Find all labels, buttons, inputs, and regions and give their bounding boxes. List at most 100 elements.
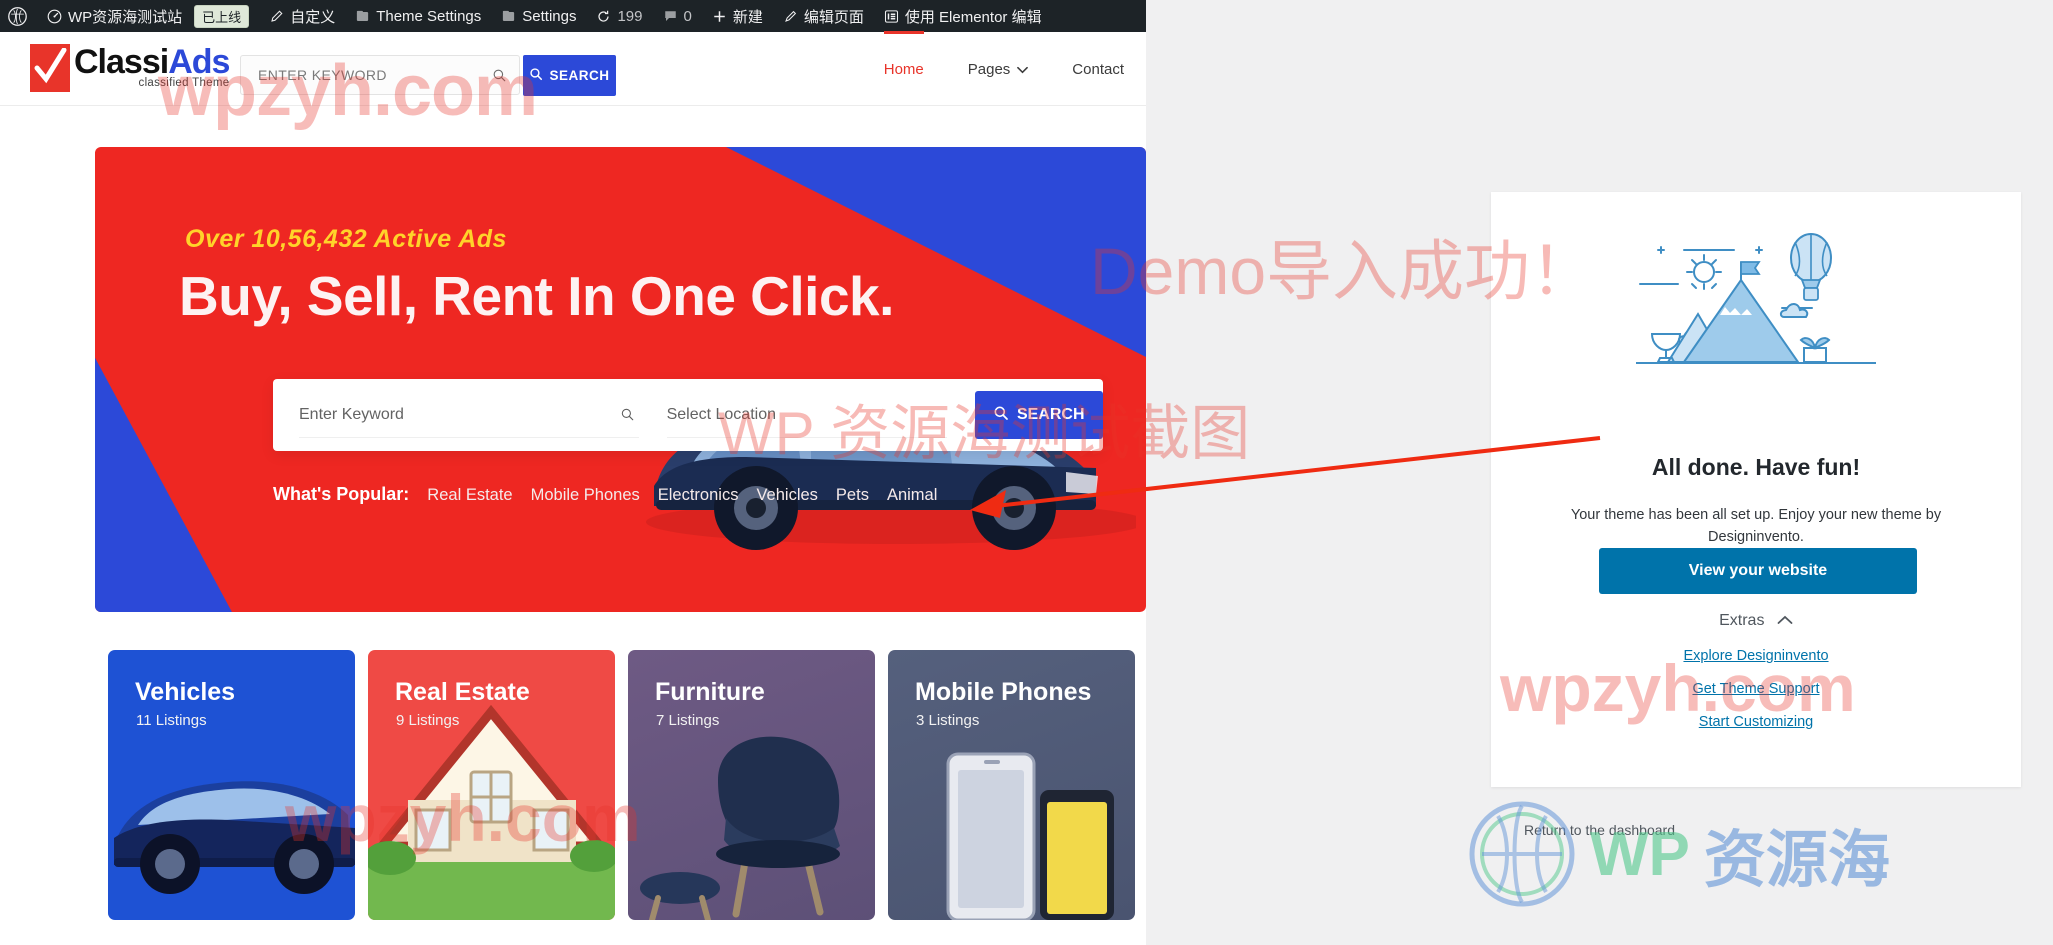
adminbar-updates[interactable]: 199 [586, 0, 652, 32]
nav-item-home-label: Home [883, 60, 924, 78]
mountain-balloon-illustration [1491, 210, 2021, 390]
hero-keyword-field[interactable] [299, 392, 639, 438]
category-card-real-estate[interactable]: Real Estate 9 Listings [368, 650, 615, 920]
category-card-title: Furniture [655, 678, 765, 706]
adminbar-site-name-label: WP资源海测试站 [68, 8, 183, 26]
plus-icon [712, 9, 727, 24]
hero-banner: Over 10,56,432 Active Ads Buy, Sell, Ren… [95, 147, 1146, 612]
admin-import-pane: All done. Have fun! Your theme has been … [1146, 0, 2053, 945]
hero-location-input[interactable] [666, 405, 947, 424]
extras-link-list: Explore Designinvento Get Theme Support … [1491, 648, 2021, 747]
popular-link-vehicles[interactable]: Vehicles [756, 486, 817, 505]
popular-label: What's Popular: [273, 484, 410, 504]
category-card-title: Mobile Phones [915, 678, 1092, 706]
search-icon [993, 405, 1009, 426]
nav-item-pages[interactable]: Pages [946, 32, 1051, 106]
main-navigation: Home Pages Contact [862, 31, 1146, 106]
category-card-listings: 9 Listings [396, 712, 460, 729]
category-card-furniture[interactable]: Furniture 7 Listings [628, 650, 875, 920]
logo-primary: Classi [74, 43, 169, 81]
import-card-title: All done. Have fun! [1651, 454, 1861, 480]
logo-secondary: Ads [168, 43, 230, 81]
header-search-input[interactable] [241, 56, 492, 94]
adminbar-comments[interactable]: 0 [653, 0, 702, 32]
edit-icon [783, 9, 798, 24]
category-card-listings: 7 Listings [656, 712, 720, 729]
pencil-icon [269, 9, 284, 24]
category-card-listings: 3 Listings [916, 712, 980, 729]
gear-icon [501, 9, 516, 24]
wp-admin-bar: WP资源海测试站 已上线 自定义 Theme Settings Settings… [0, 0, 1146, 32]
search-icon [620, 407, 639, 422]
hero-subtitle: Over 10,56,432 Active Ads [185, 225, 507, 253]
comment-icon [663, 9, 678, 24]
adminbar-new[interactable]: 新建 [702, 0, 773, 32]
adminbar-elementor-label: 使用 Elementor 编辑 [904, 8, 1042, 26]
import-success-card: All done. Have fun! Your theme has been … [1491, 192, 2021, 787]
adminbar-customize[interactable]: 自定义 [259, 0, 345, 32]
adminbar-theme-settings-label: Theme Settings [376, 7, 482, 25]
category-card-vehicles[interactable]: Vehicles 11 Listings [108, 650, 355, 920]
logo-text: ClassiAds classified Theme [74, 43, 230, 89]
adminbar-site-name[interactable]: WP资源海测试站 已上线 [37, 0, 259, 32]
adminbar-settings-label: Settings [522, 7, 577, 25]
checkmark-logo-icon [30, 44, 70, 92]
adminbar-comments-count: 0 [683, 7, 692, 25]
popular-searches: What's Popular: Real Estate Mobile Phone… [273, 484, 937, 505]
header-search-button-label: SEARCH [549, 68, 610, 83]
extras-link-customize[interactable]: Start Customizing [1491, 714, 2021, 730]
return-to-dashboard-link[interactable]: Return to the dashboard [1146, 822, 2053, 838]
category-card-mobile-phones[interactable]: Mobile Phones 3 Listings [888, 650, 1135, 920]
chevron-up-icon [1777, 612, 1793, 630]
screenshot-root: WP资源海测试站 已上线 自定义 Theme Settings Settings… [0, 0, 2053, 945]
elementor-icon [884, 9, 899, 24]
hero-search-button[interactable]: SEARCH [974, 391, 1103, 439]
hero-search-bar: SEARCH [273, 379, 1103, 451]
site-live-badge: 已上线 [194, 4, 250, 28]
popular-link-pets[interactable]: Pets [836, 486, 869, 505]
nav-item-home[interactable]: Home [862, 31, 946, 106]
extras-link-support[interactable]: Get Theme Support [1491, 681, 2021, 697]
adminbar-elementor-edit[interactable]: 使用 Elementor 编辑 [874, 0, 1052, 32]
hero-location-field[interactable] [666, 392, 947, 438]
nav-item-contact-label: Contact [1072, 60, 1124, 78]
category-card-title: Real Estate [395, 678, 530, 706]
site-logo[interactable]: ClassiAds classified Theme [30, 43, 230, 92]
dashboard-icon [47, 9, 62, 24]
adminbar-edit-page[interactable]: 编辑页面 [773, 0, 874, 32]
category-card-title: Vehicles [135, 678, 236, 706]
adminbar-edit-page-label: 编辑页面 [803, 8, 864, 26]
search-icon [492, 68, 519, 83]
search-icon [529, 67, 543, 84]
category-card-grid: Vehicles 11 Listings Real Estate 9 Listi… [108, 650, 1135, 920]
import-card-description: Your theme has been all set up. Enjoy yo… [1570, 507, 1942, 545]
wordpress-logo-icon [8, 6, 27, 26]
extras-toggle[interactable]: Extras [1491, 612, 2021, 630]
nav-item-contact[interactable]: Contact [1050, 32, 1146, 106]
nav-item-pages-label: Pages [967, 60, 1011, 78]
category-card-listings: 11 Listings [136, 712, 207, 729]
hero-title: Buy, Sell, Rent In One Click. [179, 265, 894, 327]
adminbar-wordpress-logo[interactable] [0, 0, 37, 32]
header-search-button[interactable]: SEARCH [523, 55, 616, 96]
hero-search-button-label: SEARCH [1016, 406, 1085, 423]
site-header: ClassiAds classified Theme SEARCH [0, 31, 1146, 106]
extras-link-explore[interactable]: Explore Designinvento [1491, 648, 2021, 664]
extras-toggle-label: Extras [1719, 612, 1765, 629]
adminbar-updates-count: 199 [617, 7, 643, 25]
chevron-down-icon [1017, 61, 1029, 78]
hero-keyword-input[interactable] [299, 405, 620, 424]
paintbrush-icon [355, 9, 370, 24]
website-preview-pane: WP资源海测试站 已上线 自定义 Theme Settings Settings… [0, 0, 1146, 945]
view-your-website-button[interactable]: View your website [1599, 548, 1917, 594]
popular-link-mobile-phones[interactable]: Mobile Phones [531, 486, 640, 505]
popular-link-electronics[interactable]: Electronics [658, 486, 739, 505]
update-icon [596, 9, 611, 24]
popular-link-real-estate[interactable]: Real Estate [427, 486, 512, 505]
header-search-box[interactable] [240, 55, 520, 95]
adminbar-customize-label: 自定义 [290, 8, 336, 26]
adminbar-theme-settings[interactable]: Theme Settings [345, 0, 491, 32]
adminbar-new-label: 新建 [732, 8, 763, 26]
adminbar-settings[interactable]: Settings [491, 0, 586, 32]
popular-link-animal[interactable]: Animal [887, 486, 937, 505]
